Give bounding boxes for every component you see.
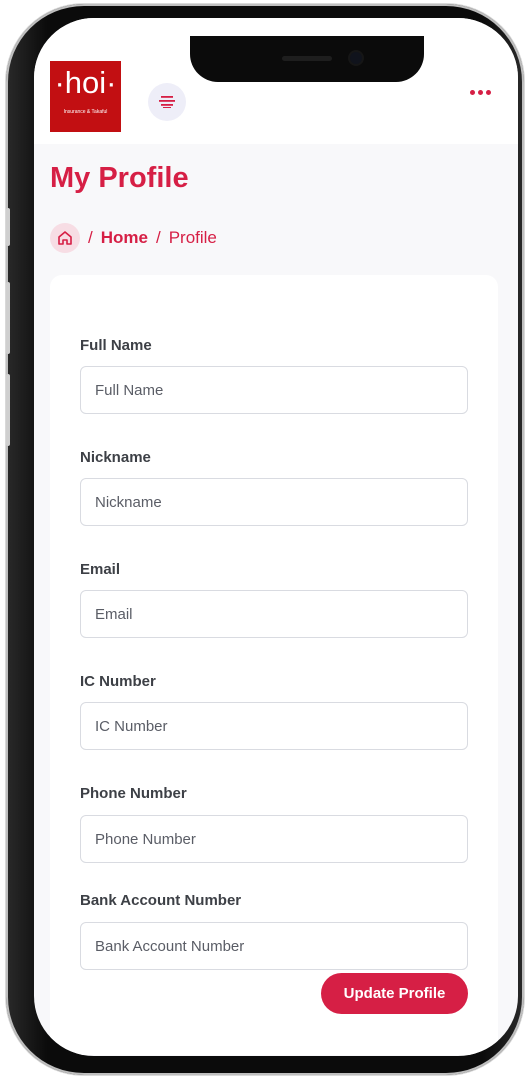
hamburger-icon xyxy=(159,96,175,108)
phone-number-input[interactable] xyxy=(80,815,468,863)
volume-up-button xyxy=(6,282,10,354)
more-horizontal-icon xyxy=(470,90,475,95)
phone-number-label: Phone Number xyxy=(80,785,187,802)
email-label: Email xyxy=(80,561,121,578)
volume-down-button xyxy=(6,374,10,446)
logo-subtitle: Insurance & Takaful xyxy=(63,109,108,115)
more-dot xyxy=(478,90,483,95)
full-name-input[interactable] xyxy=(80,366,468,414)
home-icon xyxy=(58,231,72,245)
update-profile-button[interactable]: Update Profile xyxy=(321,973,468,1014)
breadcrumb-home-button[interactable] xyxy=(50,223,80,253)
more-options-button[interactable] xyxy=(470,90,491,95)
hoi-logo[interactable]: ·hoi· Insurance & Takaful xyxy=(50,61,121,132)
page-title: My Profile xyxy=(50,162,189,194)
profile-form-card: Full Name Nickname Email IC Number Phone… xyxy=(50,275,498,1055)
phone-screen: ·hoi· Insurance & Takaful My Profile / H… xyxy=(34,18,518,1056)
breadcrumb-home-link[interactable]: Home xyxy=(101,228,148,248)
nickname-input[interactable] xyxy=(80,478,468,526)
breadcrumb-separator: / xyxy=(155,228,161,247)
nickname-label: Nickname xyxy=(80,449,151,466)
full-name-label: Full Name xyxy=(80,337,152,354)
menu-toggle-button[interactable] xyxy=(148,83,186,121)
ic-number-input[interactable] xyxy=(80,702,468,750)
breadcrumb-current: Profile xyxy=(168,228,217,247)
breadcrumb-separator: / xyxy=(88,228,93,247)
silent-switch xyxy=(6,208,10,246)
breadcrumb: / Home / Profile xyxy=(50,223,217,253)
speaker-grille xyxy=(282,56,332,61)
notch xyxy=(190,36,424,82)
bank-account-number-label: Bank Account Number xyxy=(80,892,242,909)
camera-icon xyxy=(350,52,362,64)
bank-account-number-input[interactable] xyxy=(80,922,468,970)
logo-text: ·hoi· xyxy=(54,65,117,100)
more-dot xyxy=(486,90,491,95)
email-input[interactable] xyxy=(80,590,468,638)
ic-number-label: IC Number xyxy=(80,673,156,690)
